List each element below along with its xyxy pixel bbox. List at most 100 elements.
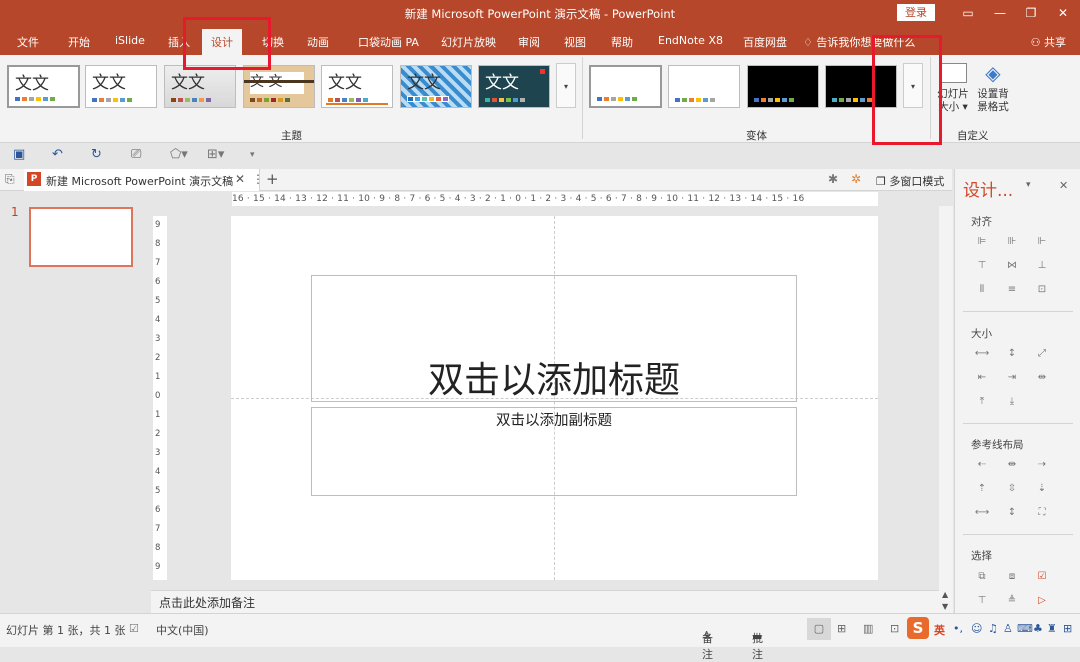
- magic-wand-icon[interactable]: ✱: [828, 172, 838, 186]
- stretch-bottom-icon[interactable]: ⤓: [997, 389, 1027, 413]
- subtitle-placeholder[interactable]: 双击以添加副标题: [311, 407, 797, 496]
- table-icon[interactable]: ⊞▾: [207, 147, 224, 162]
- align-right-icon[interactable]: ⊩: [1027, 229, 1057, 253]
- shapes-icon[interactable]: ⬠▾: [170, 147, 188, 162]
- slide-thumbnail[interactable]: [29, 207, 133, 267]
- close-tab-icon[interactable]: ✕: [235, 172, 245, 186]
- title-placeholder[interactable]: 双击以添加标题: [311, 275, 797, 402]
- multi-window-button[interactable]: ❐ 多窗口模式: [876, 173, 944, 189]
- settings-gear-icon[interactable]: ✲: [851, 172, 861, 186]
- format-background-button[interactable]: ◈ 设置背 景格式: [975, 61, 1011, 123]
- guide-bottom-icon[interactable]: ⇣: [1027, 476, 1057, 500]
- select-check-icon[interactable]: ☑: [1027, 564, 1057, 588]
- stretch-both-icon[interactable]: ⇹: [1027, 365, 1057, 389]
- tab-list-icon[interactable]: ⎘: [5, 172, 15, 187]
- align-middle-icon[interactable]: ⋈: [997, 253, 1027, 277]
- ime-user-icon[interactable]: ♙: [1003, 622, 1013, 635]
- tab-slideshow[interactable]: 幻灯片放映: [441, 34, 496, 50]
- redo-icon[interactable]: ↻: [91, 147, 102, 162]
- tab-view[interactable]: 视图: [564, 34, 586, 50]
- tab-endnote[interactable]: EndNote X8: [658, 34, 723, 47]
- theme-6[interactable]: 文文: [400, 65, 472, 108]
- pane-options-icon[interactable]: ▾: [1026, 180, 1031, 190]
- ime-skin-icon[interactable]: ♜: [1047, 622, 1057, 635]
- document-tab[interactable]: P 新建 Microsoft PowerPoint 演示文稿 ✕ ⋮: [24, 169, 264, 191]
- align-left-icon[interactable]: ⊫: [967, 229, 997, 253]
- theme-5[interactable]: 文文: [321, 65, 393, 108]
- tab-pocket-animation[interactable]: 口袋动画 PA: [358, 34, 419, 50]
- theme-4[interactable]: 文 文: [243, 65, 315, 108]
- theme-7[interactable]: 文文: [478, 65, 550, 108]
- undo-icon[interactable]: ↶: [52, 147, 63, 162]
- guide-fill-icon[interactable]: ⛶: [1027, 500, 1057, 524]
- guide-center-h-icon[interactable]: ⇹: [997, 452, 1027, 476]
- guide-height-icon[interactable]: ↕: [997, 500, 1027, 524]
- share-button[interactable]: ⚇ 共享: [1031, 34, 1066, 50]
- close-icon[interactable]: ✕: [1053, 3, 1073, 23]
- save-icon[interactable]: ▣: [13, 147, 25, 162]
- language-indicator[interactable]: 中文(中国): [156, 622, 209, 638]
- vertical-scrollbar[interactable]: ▲ ▼: [939, 206, 953, 613]
- same-height-icon[interactable]: ↕: [997, 341, 1027, 365]
- same-size-icon[interactable]: ⤢: [1027, 341, 1057, 365]
- stretch-left-icon[interactable]: ⇤: [967, 365, 997, 389]
- tab-baidu-netdisk[interactable]: 百度网盘: [743, 34, 787, 50]
- tab-review[interactable]: 审阅: [518, 34, 540, 50]
- ime-punctuation-icon[interactable]: •,: [953, 622, 963, 635]
- distribute-vertical-icon[interactable]: ≡: [997, 277, 1027, 301]
- sogou-ime-icon[interactable]: S: [907, 617, 929, 639]
- restore-icon[interactable]: ❐: [1021, 3, 1041, 23]
- tab-menu-icon[interactable]: ⋮: [252, 172, 264, 186]
- normal-view-icon[interactable]: ▢: [807, 618, 831, 640]
- theme-3[interactable]: 文文: [164, 65, 236, 108]
- tab-file[interactable]: 文件: [17, 34, 39, 50]
- spellcheck-icon[interactable]: ☑: [129, 622, 139, 635]
- select-top-icon[interactable]: ⊤: [967, 588, 997, 612]
- guide-left-icon[interactable]: ⇠: [967, 452, 997, 476]
- select-cursor-icon[interactable]: ▷: [1027, 588, 1057, 612]
- new-tab-icon[interactable]: +: [266, 170, 279, 188]
- minimize-icon[interactable]: —: [990, 3, 1010, 23]
- align-bottom-icon[interactable]: ⊥: [1027, 253, 1057, 277]
- ime-voice-icon[interactable]: ♫: [988, 622, 998, 635]
- tab-home[interactable]: 开始: [68, 34, 90, 50]
- select-layer-icon[interactable]: ≜: [997, 588, 1027, 612]
- same-width-icon[interactable]: ⟷: [967, 341, 997, 365]
- theme-office[interactable]: 文文: [7, 65, 80, 108]
- themes-more-button[interactable]: ▾: [556, 63, 576, 108]
- stretch-top-icon[interactable]: ⤒: [967, 389, 997, 413]
- slide-sorter-icon[interactable]: ⊞: [837, 622, 846, 635]
- login-button[interactable]: 登录: [897, 4, 935, 21]
- variant-1[interactable]: [589, 65, 662, 108]
- ime-mode[interactable]: 英: [934, 622, 945, 638]
- scroll-down-icon[interactable]: ▼: [942, 602, 948, 611]
- guide-width-icon[interactable]: ⟷: [967, 500, 997, 524]
- guide-center-v-icon[interactable]: ⇳: [997, 476, 1027, 500]
- notes-pane[interactable]: 点击此处添加备注: [151, 590, 939, 613]
- theme-2[interactable]: 文文: [85, 65, 157, 108]
- align-center-icon[interactable]: ⊪: [997, 229, 1027, 253]
- align-top-icon[interactable]: ⊤: [967, 253, 997, 277]
- slide[interactable]: 双击以添加标题 双击以添加副标题: [231, 216, 878, 580]
- present-icon[interactable]: ⎚: [131, 147, 141, 162]
- ribbon-display-icon[interactable]: ▭: [958, 3, 978, 23]
- pane-close-icon[interactable]: ✕: [1059, 179, 1068, 192]
- stretch-right-icon[interactable]: ⇥: [997, 365, 1027, 389]
- ime-menu-icon[interactable]: ⊞: [1063, 622, 1072, 635]
- variant-3[interactable]: [747, 65, 819, 108]
- select-same-icon[interactable]: ⧉: [967, 564, 997, 588]
- tab-animations[interactable]: 动画: [307, 34, 329, 50]
- ime-toolbox-icon[interactable]: ♣: [1033, 622, 1043, 635]
- ime-keyboard-icon[interactable]: ⌨: [1017, 622, 1033, 635]
- reading-view-icon[interactable]: ▥: [863, 622, 873, 635]
- distribute-horizontal-icon[interactable]: ⦀: [967, 277, 997, 301]
- slideshow-view-icon[interactable]: ⊡: [890, 622, 899, 635]
- scroll-up-icon[interactable]: ▲: [942, 590, 948, 599]
- group-align-icon[interactable]: ⊡: [1027, 277, 1057, 301]
- select-similar-icon[interactable]: ⧈: [997, 564, 1027, 588]
- guide-right-icon[interactable]: ⇢: [1027, 452, 1057, 476]
- tab-islide[interactable]: iSlide: [115, 34, 145, 47]
- variant-2[interactable]: [668, 65, 740, 108]
- tab-help[interactable]: 帮助: [611, 34, 633, 50]
- customize-qat-icon[interactable]: ▾: [250, 150, 255, 160]
